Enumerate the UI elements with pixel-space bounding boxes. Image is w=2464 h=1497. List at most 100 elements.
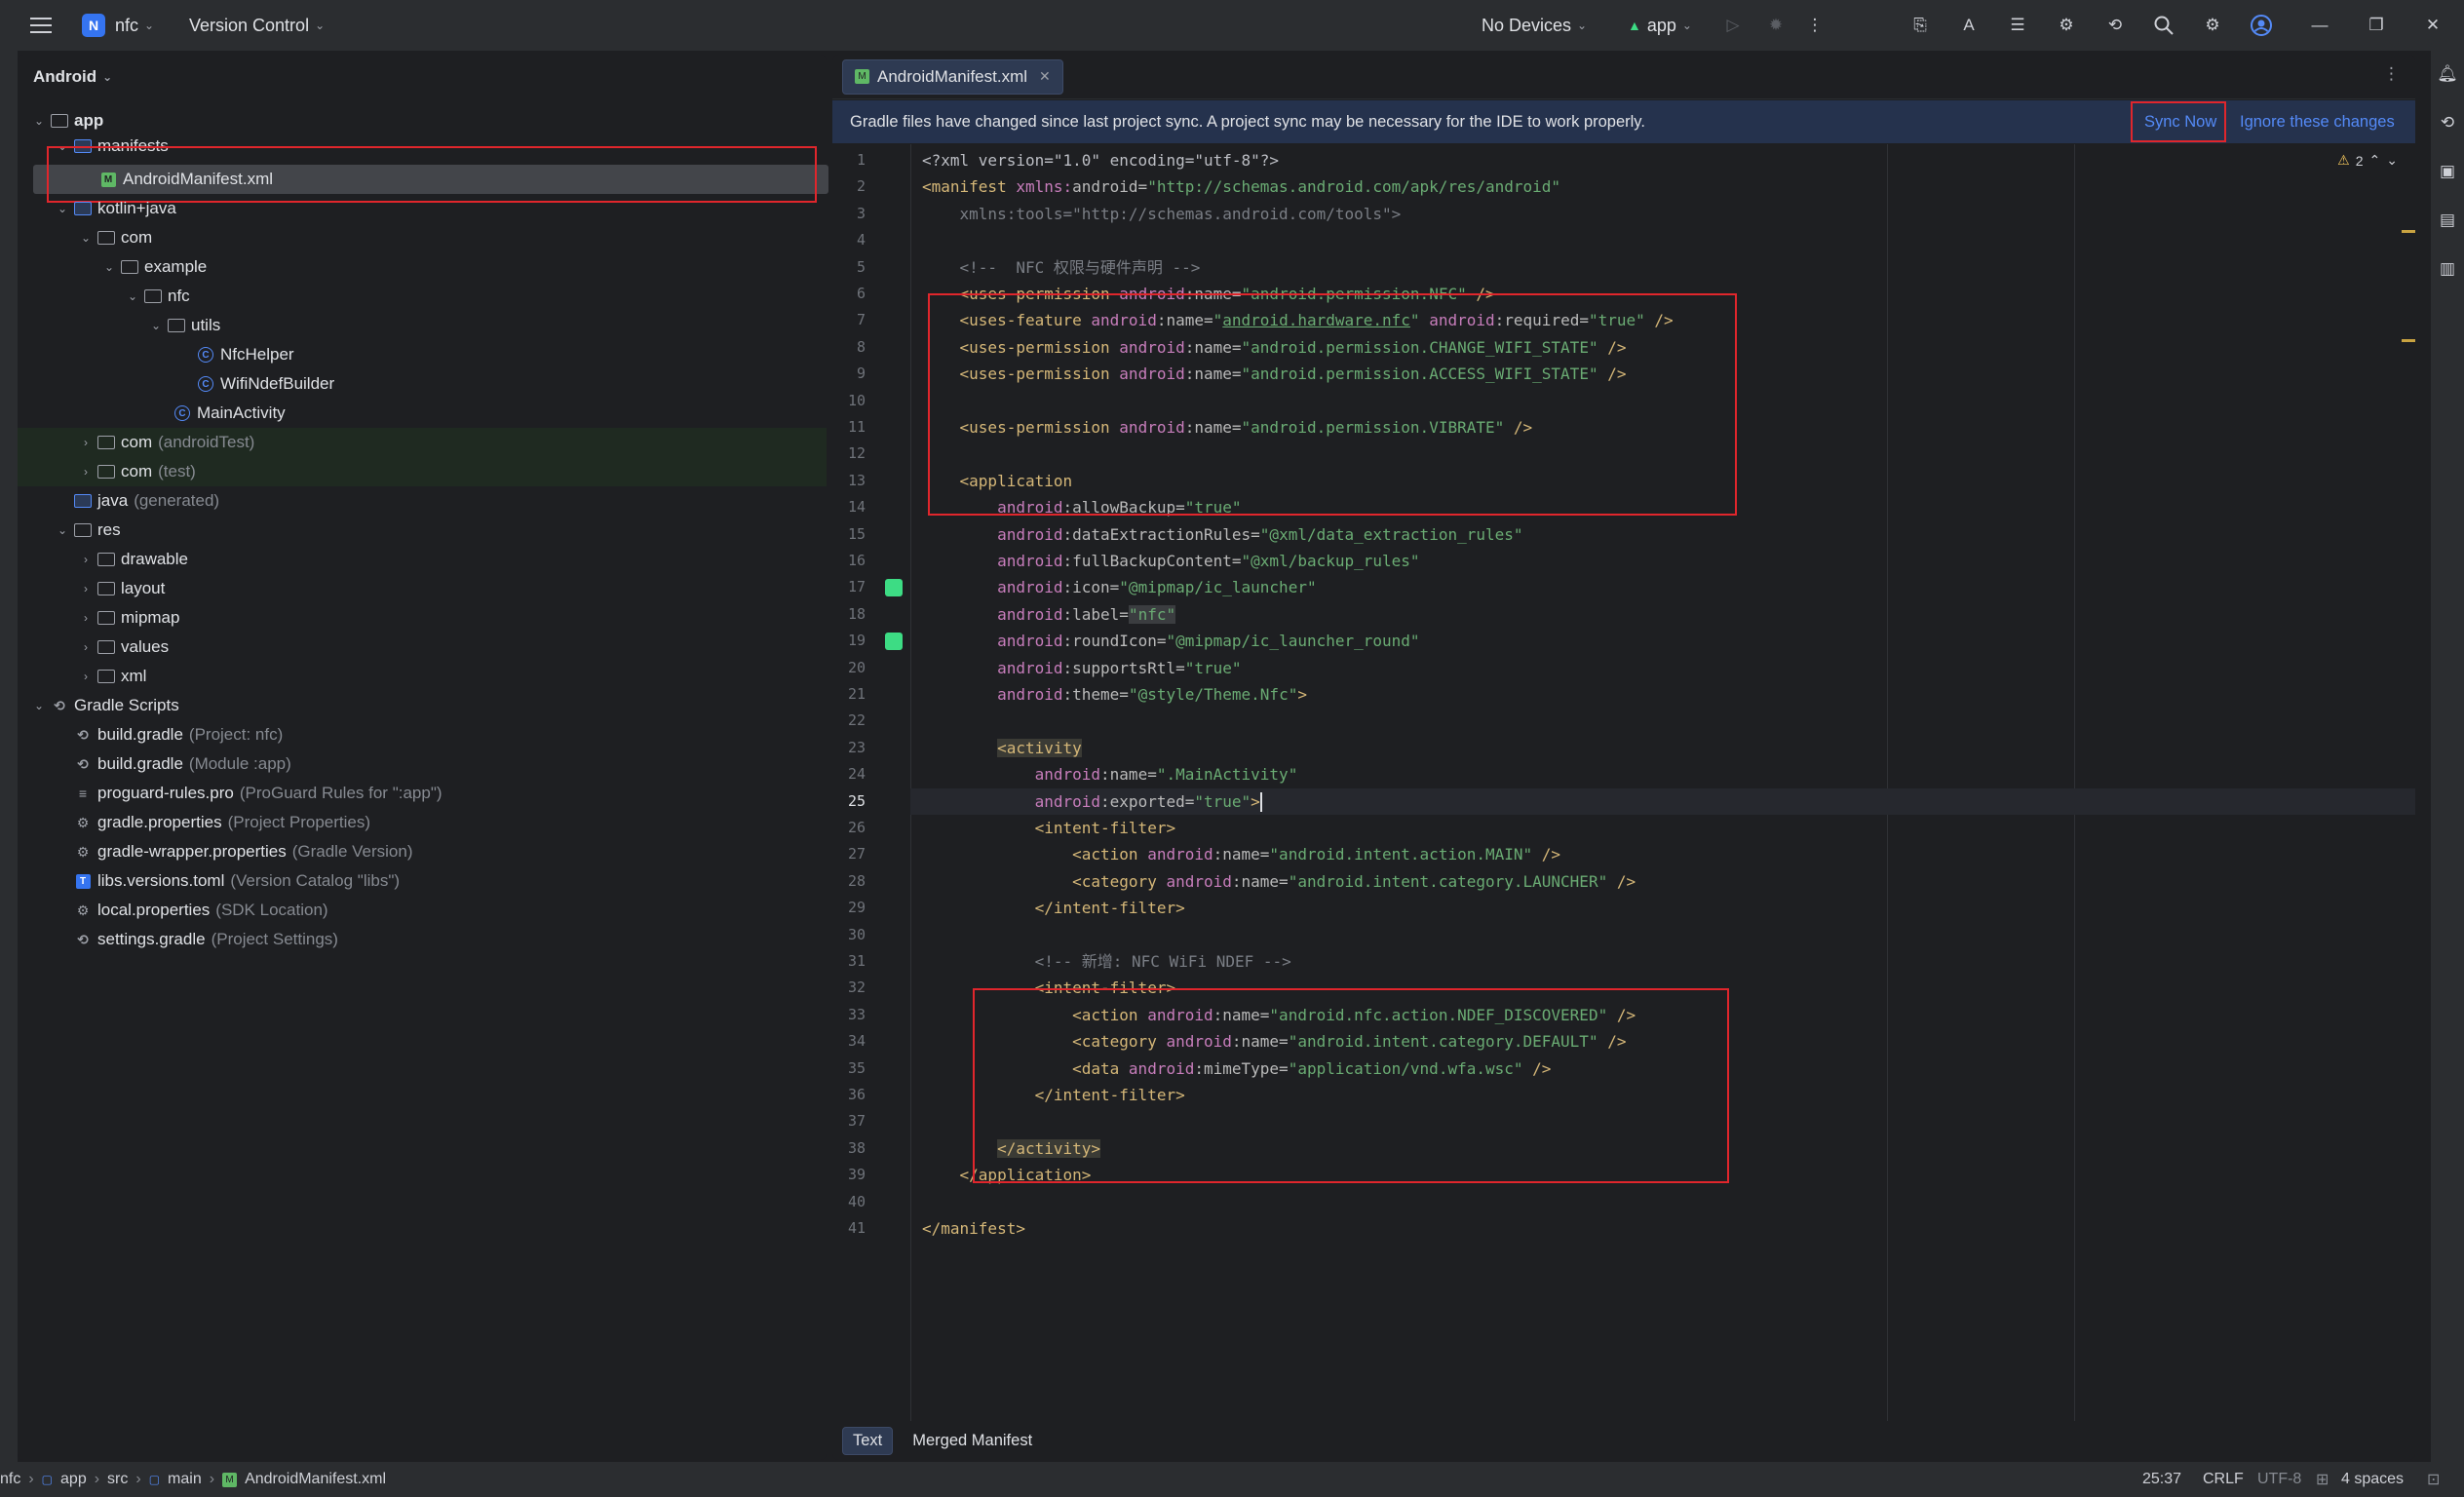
close-icon[interactable]: ✕	[2419, 12, 2446, 39]
tab-options-icon[interactable]: ⋮	[2383, 64, 2400, 84]
tree-node-com[interactable]: ⌄ com	[18, 223, 827, 252]
breadcrumb-item[interactable]: main	[168, 1471, 202, 1488]
code-line[interactable]: <manifest xmlns:android="http://schemas.…	[922, 173, 1560, 200]
code-line[interactable]: <!-- 新增: NFC WiFi NDEF -->	[922, 948, 1291, 975]
tree-node-java-generated[interactable]: java (generated)	[18, 486, 827, 516]
breadcrumb-item[interactable]: nfc	[0, 1471, 20, 1488]
run-config-selector[interactable]: ▲ app ⌄	[1628, 16, 1692, 36]
line-number: 12	[847, 444, 866, 463]
line-number: 26	[847, 819, 866, 836]
code-line[interactable]: android:dataExtractionRules="@xml/data_e…	[922, 521, 1522, 548]
tree-node-com-test[interactable]: › com (test)	[18, 457, 827, 486]
tab-text[interactable]: Text	[842, 1426, 894, 1455]
run-icon[interactable]: ▷	[1719, 12, 1747, 39]
gradle-icon[interactable]: ⟲	[2434, 109, 2461, 136]
more-actions-icon[interactable]: ⋮	[1801, 12, 1829, 39]
gradle-sync-icon[interactable]: ⟲	[2101, 12, 2129, 39]
caret-position[interactable]: 25:37	[2142, 1471, 2181, 1488]
code-line[interactable]: android:supportsRtl="true"	[922, 655, 1241, 681]
tree-node-layout[interactable]: › layout	[18, 574, 827, 603]
chevron-right-icon: ›	[84, 582, 88, 595]
code-line[interactable]: android:label="nfc"	[922, 601, 1176, 628]
tree-node-nfchelper[interactable]: C NfcHelper	[18, 340, 827, 369]
ignore-changes-link[interactable]: Ignore these changes	[2240, 113, 2395, 132]
breadcrumb-item[interactable]: AndroidManifest.xml	[245, 1471, 386, 1488]
tree-node-app[interactable]: ⌄ app	[18, 106, 827, 135]
tree-node-proguard[interactable]: ≡ proguard-rules.pro (ProGuard Rules for…	[18, 779, 827, 808]
code-line[interactable]: <intent-filter>	[922, 815, 1176, 841]
account-avatar-icon[interactable]	[2248, 12, 2275, 39]
tree-node-mainactivity[interactable]: C MainActivity	[18, 399, 827, 428]
tree-node-gradle-scripts[interactable]: ⌄ ⟲ Gradle Scripts	[18, 691, 827, 720]
line-number: 7	[856, 311, 866, 329]
code-line[interactable]: </intent-filter>	[922, 895, 1185, 921]
project-view-selector[interactable]: Android ⌄	[18, 55, 827, 99]
device-explorer-icon[interactable]: ▤	[2434, 207, 2461, 234]
tree-node-example[interactable]: ⌄ example	[18, 252, 827, 282]
tree-node-drawable[interactable]: › drawable	[18, 545, 827, 574]
code-line[interactable]: <!-- NFC 权限与硬件声明 -->	[922, 254, 1201, 281]
file-encoding[interactable]: UTF-8	[2257, 1471, 2301, 1488]
device-selector[interactable]: No Devices ⌄	[1482, 16, 1587, 36]
translate-icon[interactable]: A	[1955, 12, 1983, 39]
code-line[interactable]: android:exported="true">	[922, 788, 1262, 815]
line-number: 27	[847, 845, 866, 864]
tree-node-utils[interactable]: ⌄ utils	[18, 311, 827, 340]
minimize-icon[interactable]: —	[2306, 12, 2333, 39]
code-line[interactable]: </manifest>	[922, 1215, 1025, 1242]
line-number: 2	[856, 177, 866, 196]
android-resource-icon[interactable]	[885, 579, 903, 597]
tree-node-wifindefbuilder[interactable]: C WifiNdefBuilder	[18, 369, 827, 399]
breadcrumb-item[interactable]: src	[107, 1471, 128, 1488]
tree-node-kotlin-java[interactable]: ⌄ kotlin+java	[18, 194, 827, 223]
tree-node-values[interactable]: › values	[18, 633, 827, 662]
chevron-down-icon: ⌄	[144, 19, 155, 32]
code-line[interactable]: android:name=".MainActivity"	[922, 761, 1298, 787]
tree-node-mipmap[interactable]: › mipmap	[18, 603, 827, 633]
code-line[interactable]: android:icon="@mipmap/ic_launcher"	[922, 574, 1317, 600]
editor-tab-androidmanifest[interactable]: M AndroidManifest.xml ✕	[842, 58, 1063, 95]
tree-node-com-androidtest[interactable]: › com (androidTest)	[18, 428, 827, 457]
lock-icon[interactable]: ⊡	[2427, 1470, 2440, 1489]
layout-inspector-icon[interactable]: ☰	[2004, 12, 2031, 39]
code-line[interactable]: android:fullBackupContent="@xml/backup_r…	[922, 548, 1420, 574]
code-line[interactable]: android:roundIcon="@mipmap/ic_launcher_r…	[922, 628, 1420, 654]
vcs-menu[interactable]: Version Control ⌄	[189, 16, 325, 36]
android-resource-icon[interactable]	[885, 633, 903, 651]
emulator-icon[interactable]: ▥	[2434, 255, 2461, 283]
tree-node-res[interactable]: ⌄ res	[18, 516, 827, 545]
tab-merged-manifest[interactable]: Merged Manifest	[903, 1428, 1042, 1454]
code-line[interactable]: <activity	[922, 735, 1082, 761]
restore-icon[interactable]: ❐	[2363, 12, 2390, 39]
code-line[interactable]: android:theme="@style/Theme.Nfc">	[922, 681, 1307, 708]
tree-node-xml[interactable]: › xml	[18, 662, 827, 691]
code-line[interactable]: <?xml version="1.0" encoding="utf-8"?>	[922, 147, 1279, 173]
code-line[interactable]: <category android:name="android.intent.c…	[922, 868, 1636, 895]
tree-label: NfcHelper	[220, 345, 294, 364]
search-icon[interactable]	[2150, 12, 2177, 39]
tree-node-build-gradle-module[interactable]: ⟲ build.gradle (Module :app)	[18, 749, 827, 779]
tree-node-gradle-properties[interactable]: ⚙ gradle.properties (Project Properties)	[18, 808, 827, 837]
tree-node-libs-versions[interactable]: T libs.versions.toml (Version Catalog "l…	[18, 866, 827, 896]
tree-node-build-gradle-project[interactable]: ⟲ build.gradle (Project: nfc)	[18, 720, 827, 749]
breadcrumb-item[interactable]: app	[60, 1471, 87, 1488]
close-tab-icon[interactable]: ✕	[1039, 68, 1051, 85]
tree-node-nfc[interactable]: ⌄ nfc	[18, 282, 827, 311]
tree-node-gradle-wrapper-properties[interactable]: ⚙ gradle-wrapper.properties (Gradle Vers…	[18, 837, 827, 866]
tree-node-local-properties[interactable]: ⚙ local.properties (SDK Location)	[18, 896, 827, 925]
app-inspection-icon[interactable]: ⚙	[2053, 12, 2080, 39]
tree-node-settings-gradle[interactable]: ⟲ settings.gradle (Project Settings)	[18, 925, 827, 954]
code-line[interactable]: xmlns:tools="http://schemas.android.com/…	[922, 201, 1402, 227]
project-selector[interactable]: N nfc ⌄	[82, 14, 154, 37]
main-menu-button[interactable]	[27, 12, 55, 39]
code-line[interactable]: <action android:name="android.intent.act…	[922, 841, 1560, 867]
line-number: 29	[847, 899, 866, 917]
running-devices-icon[interactable]: ▣	[2434, 158, 2461, 185]
line-separator[interactable]: CRLF	[2203, 1471, 2244, 1488]
notifications-icon[interactable]: 🔔︎	[2434, 60, 2461, 88]
device-manager-icon[interactable]: ⎘	[1906, 12, 1934, 39]
debug-icon[interactable]: ✹	[1762, 12, 1790, 39]
indent-setting[interactable]: 4 spaces	[2341, 1471, 2404, 1488]
settings-gear-icon[interactable]: ⚙	[2199, 12, 2226, 39]
line-number: 39	[847, 1166, 866, 1184]
